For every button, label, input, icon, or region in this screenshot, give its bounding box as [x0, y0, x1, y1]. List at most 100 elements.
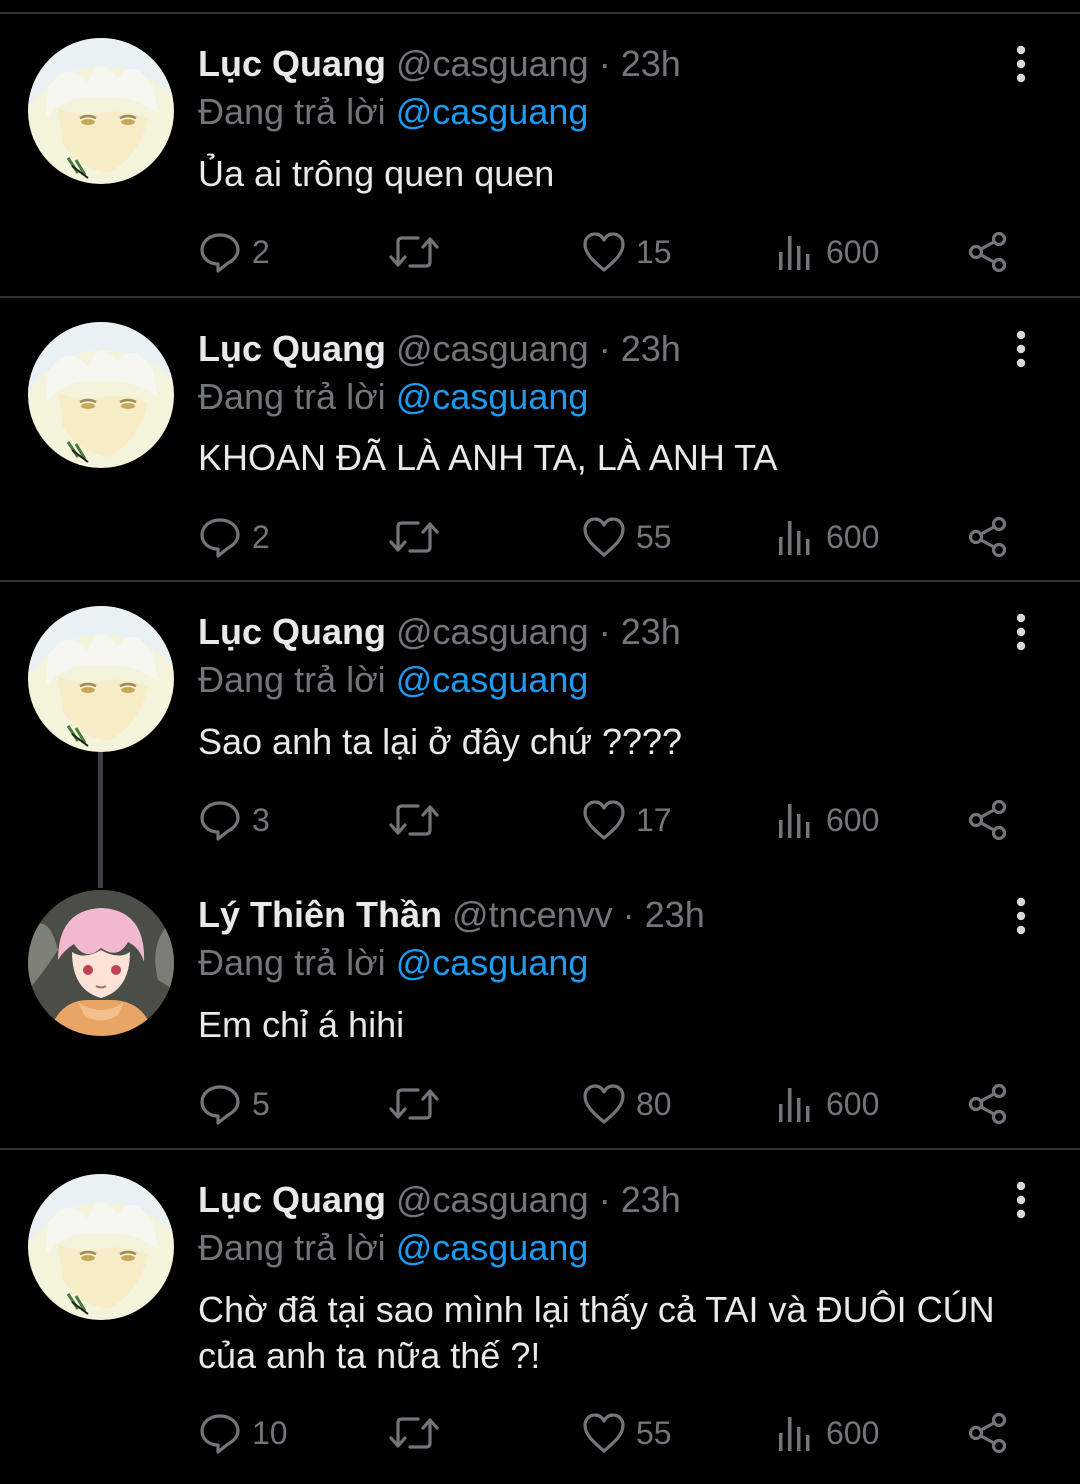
display-name[interactable]: Lục Quang [198, 43, 386, 84]
reply-button[interactable]: 2 [198, 228, 270, 276]
white-hair-avatar-image [28, 38, 174, 184]
pink-hair-avatar-image [28, 890, 174, 1036]
views-button[interactable]: 600 [776, 513, 879, 561]
views-icon [776, 230, 816, 274]
share-button[interactable] [966, 1080, 1010, 1128]
avatar[interactable] [28, 322, 174, 468]
user-handle[interactable]: @casguang [396, 1179, 589, 1220]
reply-button[interactable]: 10 [198, 1409, 288, 1457]
more-icon [1004, 1180, 1038, 1220]
timestamp[interactable]: 23h [621, 611, 681, 652]
replying-to-label: Đang trả lời [198, 91, 386, 132]
retweet-button[interactable] [388, 513, 440, 561]
timestamp[interactable]: 23h [621, 43, 681, 84]
like-icon [582, 1411, 626, 1455]
retweet-icon [388, 515, 440, 559]
reply-button[interactable]: 5 [198, 1080, 270, 1128]
tweet-text: Sao anh ta lại ở đây chứ ???? [198, 721, 683, 762]
separator-dot: · [588, 328, 621, 369]
retweet-button[interactable] [388, 1080, 440, 1128]
like-button[interactable]: 80 [582, 1080, 672, 1128]
timestamp[interactable]: 23h [645, 894, 705, 935]
like-icon [582, 798, 626, 842]
replying-to-label: Đang trả lời [198, 376, 386, 417]
share-button[interactable] [966, 228, 1010, 276]
replying-to-handle[interactable]: @casguang [396, 91, 589, 132]
view-count: 600 [826, 1085, 880, 1122]
avatar[interactable] [28, 38, 174, 184]
white-hair-avatar-image [28, 606, 174, 752]
views-icon [776, 1082, 816, 1126]
replying-to: Đang trả lời @casguang [198, 658, 588, 702]
views-icon [776, 1411, 816, 1455]
display-name[interactable]: Lý Thiên Thần [198, 894, 442, 935]
user-handle[interactable]: @tncenvv [452, 894, 613, 935]
reply-button[interactable]: 2 [198, 513, 270, 561]
views-button[interactable]: 600 [776, 1080, 879, 1128]
retweet-button[interactable] [388, 1409, 440, 1457]
user-handle[interactable]: @casguang [396, 43, 589, 84]
reply-count: 2 [252, 518, 270, 555]
timestamp[interactable]: 23h [621, 328, 681, 369]
views-button[interactable]: 600 [776, 1409, 879, 1457]
replying-to-handle[interactable]: @casguang [396, 1227, 589, 1268]
display-name[interactable]: Lục Quang [198, 611, 386, 652]
separator-dot: · [588, 1179, 621, 1220]
views-button[interactable]: 600 [776, 228, 879, 276]
view-count: 600 [826, 801, 880, 838]
avatar[interactable] [28, 606, 174, 752]
tweet[interactable]: Lý Thiên Thần @tncenvv · 23h Đang trả lờ… [0, 868, 1080, 1150]
replying-to: Đang trả lời @casguang [198, 1226, 588, 1270]
like-icon [582, 515, 626, 559]
retweet-button[interactable] [388, 796, 440, 844]
tweet-header: Lục Quang @casguang · 23h [198, 610, 681, 654]
share-icon [966, 230, 1010, 274]
tweet[interactable]: Lục Quang @casguang · 23h Đang trả lời @… [0, 298, 1080, 582]
tweet-header: Lục Quang @casguang · 23h [198, 327, 681, 371]
more-options-button[interactable] [1004, 1180, 1038, 1220]
more-options-button[interactable] [1004, 329, 1038, 369]
more-icon [1004, 896, 1038, 936]
like-icon [582, 1082, 626, 1126]
display-name[interactable]: Lục Quang [198, 328, 386, 369]
replying-to-label: Đang trả lời [198, 659, 386, 700]
user-handle[interactable]: @casguang [396, 611, 589, 652]
display-name[interactable]: Lục Quang [198, 1179, 386, 1220]
share-button[interactable] [966, 1409, 1010, 1457]
view-count: 600 [826, 518, 880, 555]
tweet[interactable]: Lục Quang @casguang · 23h Đang trả lời @… [0, 1150, 1080, 1484]
separator-dot: · [588, 611, 621, 652]
replying-to-handle[interactable]: @casguang [396, 376, 589, 417]
tweet-header: Lý Thiên Thần @tncenvv · 23h [198, 893, 705, 937]
like-button[interactable]: 15 [582, 228, 672, 276]
views-button[interactable]: 600 [776, 796, 879, 844]
reply-icon [198, 1411, 242, 1455]
like-button[interactable]: 17 [582, 796, 672, 844]
separator-dot: · [588, 43, 621, 84]
more-options-button[interactable] [1004, 612, 1038, 652]
retweet-button[interactable] [388, 228, 440, 276]
reply-icon [198, 515, 242, 559]
more-options-button[interactable] [1004, 44, 1038, 84]
more-options-button[interactable] [1004, 896, 1038, 936]
view-count: 600 [826, 1414, 880, 1451]
replying-to-handle[interactable]: @casguang [396, 942, 589, 983]
share-button[interactable] [966, 513, 1010, 561]
avatar[interactable] [28, 890, 174, 1036]
like-button[interactable]: 55 [582, 513, 672, 561]
share-button[interactable] [966, 796, 1010, 844]
reply-button[interactable]: 3 [198, 796, 270, 844]
tweet-header: Lục Quang @casguang · 23h [198, 1178, 681, 1222]
avatar[interactable] [28, 1174, 174, 1320]
more-icon [1004, 44, 1038, 84]
replying-to-label: Đang trả lời [198, 942, 386, 983]
share-icon [966, 1411, 1010, 1455]
tweet[interactable]: Lục Quang @casguang · 23h Đang trả lời @… [0, 582, 1080, 868]
like-button[interactable]: 55 [582, 1409, 672, 1457]
tweet-text: Chờ đã tại sao mình lại thấy cả TAI và Đ… [198, 1287, 1058, 1379]
tweet[interactable]: Lục Quang @casguang · 23h Đang trả lời @… [0, 0, 1080, 298]
tweet-text-line: của anh ta nữa thế ?! [198, 1335, 541, 1376]
replying-to-handle[interactable]: @casguang [396, 659, 589, 700]
user-handle[interactable]: @casguang [396, 328, 589, 369]
timestamp[interactable]: 23h [621, 1179, 681, 1220]
